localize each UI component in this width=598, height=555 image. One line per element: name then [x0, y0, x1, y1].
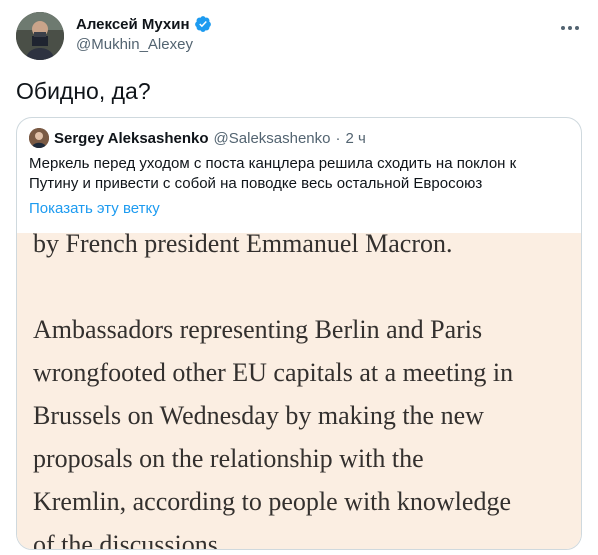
author-info: Алексей Мухин @Mukhin_Alexey — [76, 15, 212, 53]
author-avatar[interactable] — [16, 12, 64, 60]
quoted-time[interactable]: 2 ч — [346, 130, 366, 147]
quoted-header: Sergey Aleksashenko @Saleksashenko · 2 ч — [29, 128, 366, 148]
quoted-tweet[interactable]: Sergey Aleksashenko @Saleksashenko · 2 ч… — [16, 117, 582, 550]
article-line: Kremlin, according to people with knowle… — [33, 487, 511, 516]
quoted-image[interactable]: by French president Emmanuel Macron. Amb… — [17, 229, 581, 550]
tweet-text: Обидно, да? — [16, 78, 151, 104]
author-display-name[interactable]: Алексей Мухин — [76, 16, 190, 33]
article-line: Brussels on Wednesday by making the new — [33, 401, 484, 430]
quoted-author-avatar[interactable] — [29, 128, 49, 148]
article-excerpt: by French president Emmanuel Macron. Amb… — [33, 229, 573, 550]
article-line: wrongfooted other EU capitals at a meeti… — [33, 358, 514, 387]
article-line: by French president Emmanuel Macron. — [33, 229, 453, 258]
meta-separator: · — [335, 129, 341, 147]
article-line — [33, 265, 573, 308]
author-handle[interactable]: @Mukhin_Alexey — [76, 36, 212, 53]
tweet-header: Алексей Мухин @Mukhin_Alexey — [16, 12, 582, 62]
article-line: of the discussions. — [33, 530, 225, 550]
article-line: proposals on the relationship with the — [33, 444, 424, 473]
show-thread-link[interactable]: Показать эту ветку — [29, 200, 160, 217]
verified-badge-icon — [194, 15, 212, 33]
quoted-text: Меркель перед уходом с поста канцлера ре… — [29, 155, 517, 192]
quoted-author-handle[interactable]: @Saleksashenko — [214, 130, 331, 147]
article-line: Ambassadors representing Berlin and Pari… — [33, 315, 483, 344]
quoted-author-name[interactable]: Sergey Aleksashenko — [54, 130, 209, 147]
more-options-icon[interactable] — [558, 18, 582, 38]
